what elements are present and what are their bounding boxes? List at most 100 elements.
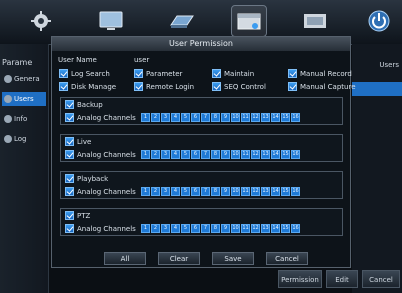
disk-manage-checkbox[interactable] <box>59 82 68 91</box>
channel-checkbox[interactable]: 4 <box>171 113 180 122</box>
channel-checkbox[interactable]: 16 <box>291 187 300 196</box>
channel-checkbox[interactable]: 8 <box>211 150 220 159</box>
channel-checkbox[interactable]: 10 <box>231 113 240 122</box>
channel-checkbox[interactable]: 7 <box>201 113 210 122</box>
live-analog-checkbox[interactable] <box>65 150 74 159</box>
gear-icon[interactable] <box>24 6 58 36</box>
channel-checkbox[interactable]: 3 <box>161 224 170 233</box>
playback-analog-checkbox[interactable] <box>65 187 74 196</box>
channel-checkbox[interactable]: 1 <box>141 113 150 122</box>
edit-button[interactable]: Edit <box>326 270 358 288</box>
channel-checkbox[interactable]: 10 <box>231 150 240 159</box>
channel-checkbox[interactable]: 12 <box>251 113 260 122</box>
channel-checkbox[interactable]: 6 <box>191 187 200 196</box>
channel-checkbox[interactable]: 5 <box>181 150 190 159</box>
channel-checkbox[interactable]: 1 <box>141 224 150 233</box>
seq-control-checkbox[interactable] <box>212 82 221 91</box>
backup-checkbox[interactable] <box>65 100 74 109</box>
channel-checkbox[interactable]: 11 <box>241 150 250 159</box>
channel-checkbox[interactable]: 9 <box>221 150 230 159</box>
channel-checkbox[interactable]: 4 <box>171 224 180 233</box>
channel-checkbox[interactable]: 3 <box>161 113 170 122</box>
channel-checkbox[interactable]: 7 <box>201 224 210 233</box>
selected-user-row[interactable] <box>352 82 402 96</box>
channel-checkbox[interactable]: 14 <box>271 113 280 122</box>
channel-checkbox[interactable]: 16 <box>291 113 300 122</box>
channel-checkbox[interactable]: 2 <box>151 224 160 233</box>
folder-icon[interactable] <box>231 5 267 37</box>
manual-capture-checkbox[interactable] <box>288 82 297 91</box>
channel-checkbox[interactable]: 8 <box>211 224 220 233</box>
channel-checkbox[interactable]: 13 <box>261 224 270 233</box>
channel-checkbox[interactable]: 11 <box>241 187 250 196</box>
channel-checkbox[interactable]: 4 <box>171 187 180 196</box>
channel-checkbox[interactable]: 7 <box>201 150 210 159</box>
channel-checkbox[interactable]: 3 <box>161 187 170 196</box>
all-button[interactable]: All <box>104 252 146 265</box>
channel-checkbox[interactable]: 1 <box>141 187 150 196</box>
live-checkbox[interactable] <box>65 137 74 146</box>
channel-checkbox[interactable]: 5 <box>181 187 190 196</box>
channel-checkbox[interactable]: 15 <box>281 113 290 122</box>
ptz-checkbox[interactable] <box>65 211 74 220</box>
channel-checkbox[interactable]: 2 <box>151 113 160 122</box>
playback-checkbox[interactable] <box>65 174 74 183</box>
channel-checkbox[interactable]: 11 <box>241 113 250 122</box>
channel-checkbox[interactable]: 9 <box>221 113 230 122</box>
save-button[interactable]: Save <box>212 252 254 265</box>
sidebar-item-info[interactable]: Info <box>2 112 46 126</box>
channel-checkbox[interactable]: 16 <box>291 224 300 233</box>
hdd-icon[interactable] <box>164 6 198 36</box>
channel-checkbox[interactable]: 12 <box>251 150 260 159</box>
channel-checkbox[interactable]: 5 <box>181 224 190 233</box>
dialog-cancel-button[interactable]: Cancel <box>266 252 308 265</box>
cancel-button[interactable]: Cancel <box>362 270 400 288</box>
channel-checkbox[interactable]: 8 <box>211 113 220 122</box>
manual-record-checkbox[interactable] <box>288 69 297 78</box>
channel-checkbox[interactable]: 8 <box>211 187 220 196</box>
channel-checkbox[interactable]: 10 <box>231 224 240 233</box>
channel-checkbox[interactable]: 5 <box>181 113 190 122</box>
channel-checkbox[interactable]: 4 <box>171 150 180 159</box>
power-icon[interactable] <box>362 6 396 36</box>
channel-checkbox[interactable]: 12 <box>251 224 260 233</box>
general-icon <box>4 75 12 83</box>
channel-checkbox[interactable]: 2 <box>151 150 160 159</box>
channel-checkbox[interactable]: 15 <box>281 150 290 159</box>
channel-checkbox[interactable]: 6 <box>191 150 200 159</box>
parameter-checkbox[interactable] <box>134 69 143 78</box>
channel-checkbox[interactable]: 14 <box>271 224 280 233</box>
log-icon <box>4 135 12 143</box>
sidebar-item-general[interactable]: Genera <box>2 72 46 86</box>
channel-checkbox[interactable]: 10 <box>231 187 240 196</box>
channel-checkbox[interactable]: 9 <box>221 187 230 196</box>
sidebar-item-users[interactable]: Users <box>2 92 46 106</box>
channel-checkbox[interactable]: 13 <box>261 187 270 196</box>
channel-checkbox[interactable]: 1 <box>141 150 150 159</box>
channel-checkbox[interactable]: 3 <box>161 150 170 159</box>
ptz-analog-checkbox[interactable] <box>65 224 74 233</box>
channel-checkbox[interactable]: 9 <box>221 224 230 233</box>
channel-checkbox[interactable]: 15 <box>281 224 290 233</box>
backup-analog-checkbox[interactable] <box>65 113 74 122</box>
channel-checkbox[interactable]: 7 <box>201 187 210 196</box>
channel-checkbox[interactable]: 12 <box>251 187 260 196</box>
permission-button[interactable]: Permission <box>278 270 322 288</box>
monitor-icon[interactable] <box>94 6 128 36</box>
channel-checkbox[interactable]: 16 <box>291 150 300 159</box>
remote-login-checkbox[interactable] <box>134 82 143 91</box>
channel-checkbox[interactable]: 14 <box>271 187 280 196</box>
clear-button[interactable]: Clear <box>158 252 200 265</box>
channel-checkbox[interactable]: 6 <box>191 113 200 122</box>
sidebar-item-log[interactable]: Log <box>2 132 46 146</box>
channel-checkbox[interactable]: 2 <box>151 187 160 196</box>
channel-checkbox[interactable]: 15 <box>281 187 290 196</box>
channel-checkbox[interactable]: 13 <box>261 150 270 159</box>
log-search-checkbox[interactable] <box>59 69 68 78</box>
channel-checkbox[interactable]: 11 <box>241 224 250 233</box>
channel-checkbox[interactable]: 14 <box>271 150 280 159</box>
film-icon[interactable] <box>298 6 332 36</box>
channel-checkbox[interactable]: 6 <box>191 224 200 233</box>
maintain-checkbox[interactable] <box>212 69 221 78</box>
channel-checkbox[interactable]: 13 <box>261 113 270 122</box>
